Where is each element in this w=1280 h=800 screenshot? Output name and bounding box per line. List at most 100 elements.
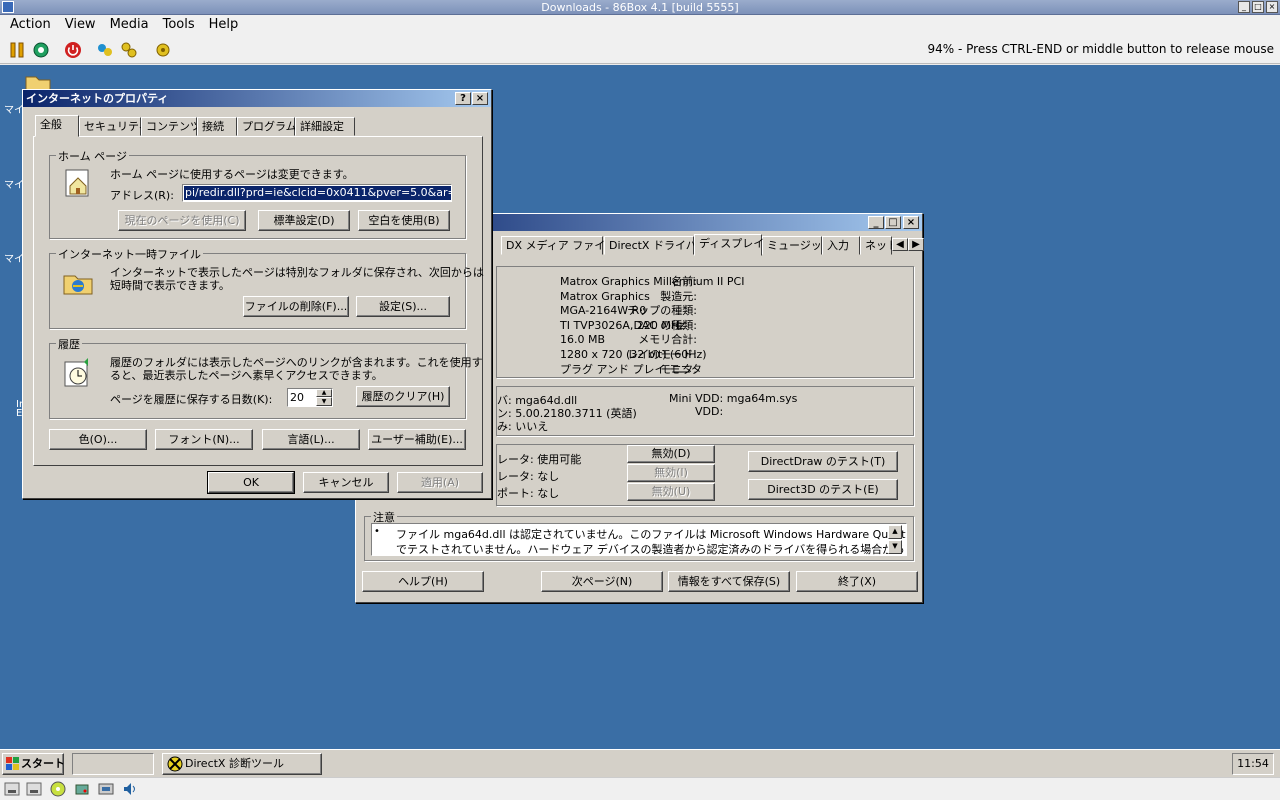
floppy-drive-icon[interactable] <box>26 781 42 797</box>
temp-group-label: インターネット一時ファイル <box>56 246 203 262</box>
driver-cert-label: み: いいえ <box>497 420 549 433</box>
tab-input[interactable]: 入力 <box>822 236 860 255</box>
accessibility-button[interactable]: ユーザー補助(E)... <box>368 429 466 450</box>
tab-advanced[interactable]: 詳細設定 <box>295 117 355 136</box>
screenshot-icon[interactable] <box>154 41 172 59</box>
network-icon[interactable] <box>98 781 114 797</box>
feature-ddraw-value: 使用可能 <box>537 453 582 466</box>
history-icon <box>64 358 88 387</box>
spin-down-icon[interactable]: ▼ <box>316 397 332 406</box>
menu-tools[interactable]: Tools <box>163 17 195 32</box>
tab-content[interactable]: コンテンツ <box>141 117 201 136</box>
temp-folder-icon <box>63 275 93 295</box>
history-days-label: ページを履歴に保存する日数(K): <box>110 393 273 406</box>
fonts-button[interactable]: フォント(N)... <box>155 429 253 450</box>
inet-tab-strip: 全般 セキュリティ コンテンツ 接続 プログラム 詳細設定 <box>33 115 483 137</box>
use-blank-button[interactable]: 空白を使用(B) <box>358 210 450 231</box>
apply-button[interactable]: 適用(A) <box>397 472 483 493</box>
floppy-drive-icon[interactable] <box>4 781 20 797</box>
disable-ddraw-button[interactable]: 無効(D) <box>627 445 715 463</box>
tab-connections[interactable]: 接続 <box>197 117 237 136</box>
disable-agp-button[interactable]: 無効(U) <box>627 483 715 501</box>
tab-general[interactable]: 全般 <box>35 115 79 137</box>
home-page-group: ホーム ページ ホーム ページに使用するページは変更できます。 アドレス(R):… <box>49 148 466 239</box>
temp-settings-button[interactable]: 設定(S)... <box>356 296 450 317</box>
tab-display[interactable]: ディスプレイ <box>694 234 764 256</box>
tab-programs[interactable]: プログラム <box>237 117 297 136</box>
ctrl-alt-del-icon[interactable] <box>96 41 114 59</box>
menu-help[interactable]: Help <box>209 17 239 32</box>
exit-button[interactable]: 終了(X) <box>796 571 918 592</box>
guest-taskbar: スタート DirectX 診断ツール 11:54 <box>0 749 1280 777</box>
system-clock[interactable]: 11:54 <box>1232 753 1274 775</box>
tab-music[interactable]: ミュージック <box>762 236 833 255</box>
spin-up-icon[interactable]: ▲ <box>316 389 332 397</box>
cdrom-icon[interactable] <box>50 781 66 797</box>
desktop-icon-label[interactable]: マイ <box>4 250 24 265</box>
minimize-button[interactable]: _ <box>1238 1 1250 13</box>
minivdd-label: Mini VDD: mga64m.sys <box>669 392 798 405</box>
use-default-button[interactable]: 標準設定(D) <box>258 210 350 231</box>
pause-icon[interactable] <box>8 41 26 59</box>
save-all-button[interactable]: 情報をすべて保存(S) <box>668 571 790 592</box>
taskbar-dxdiag-button[interactable]: DirectX 診断ツール <box>162 753 322 775</box>
clear-history-button[interactable]: 履歴のクリア(H) <box>356 386 450 407</box>
device-values: Matrox Graphics Millennium II PCI Matrox… <box>560 275 900 377</box>
start-label: スタート <box>21 757 64 770</box>
minimize-button[interactable]: _ <box>868 216 884 229</box>
vdd-label: VDD: <box>695 405 724 418</box>
sound-icon[interactable] <box>122 781 138 797</box>
history-days-value: 20 <box>290 391 304 404</box>
directdraw-test-button[interactable]: DirectDraw のテスト(T) <box>748 451 898 472</box>
tab-scroll-left-icon[interactable]: ◀ <box>892 238 908 251</box>
history-days-stepper[interactable]: 20 ▲ ▼ <box>287 388 333 407</box>
address-value: pi/redir.dll?prd=ie&clcid=0x0411&pver=5.… <box>184 186 451 200</box>
power-icon[interactable] <box>64 41 82 59</box>
desktop-icon-label[interactable]: マイ <box>4 176 24 191</box>
close-button[interactable]: × <box>1266 1 1278 13</box>
scroll-up-icon[interactable]: ▲ <box>888 525 902 539</box>
ok-button[interactable]: OK <box>207 471 295 494</box>
temp-files-group: インターネット一時ファイル インターネットで表示したページは特別なフォルダに保存… <box>49 246 484 329</box>
close-button[interactable]: × <box>903 216 919 229</box>
close-button[interactable]: × <box>472 92 488 105</box>
hard-disk-icon[interactable] <box>74 781 90 797</box>
delete-files-button[interactable]: ファイルの削除(F)... <box>243 296 349 317</box>
tab-security[interactable]: セキュリティ <box>79 117 149 136</box>
notes-box[interactable]: • ファイル mga64d.dll は認定されていません。このファイルは Mic… <box>371 523 907 556</box>
disable-d3d-button[interactable]: 無効(I) <box>627 464 715 482</box>
menu-action[interactable]: Action <box>10 17 51 32</box>
menu-media[interactable]: Media <box>110 17 149 32</box>
tab-directx-drivers[interactable]: DirectX ドライバ <box>604 236 697 255</box>
tab-network[interactable]: ネット <box>860 236 898 255</box>
scroll-down-icon[interactable]: ▼ <box>888 540 902 554</box>
address-input[interactable]: pi/redir.dll?prd=ie&clcid=0x0411&pver=5.… <box>182 184 452 202</box>
maximize-button[interactable]: □ <box>885 216 901 229</box>
home-page-icon <box>65 169 89 197</box>
help-button[interactable]: ヘルプ(H) <box>362 571 484 592</box>
maximize-button[interactable]: □ <box>1252 1 1264 13</box>
help-icon[interactable]: ? <box>455 92 471 105</box>
history-group-label: 履歴 <box>56 336 82 352</box>
directx-icon <box>167 756 183 772</box>
tab-dx-media[interactable]: DX メディア ファイル <box>501 236 616 255</box>
desktop-icon-label[interactable]: マイ <box>4 101 24 116</box>
notes-group: 注意 • ファイル mga64d.dll は認定されていません。このファイルは … <box>364 509 914 561</box>
taskbar-dxdiag-label: DirectX 診断ツール <box>185 757 284 770</box>
use-current-button[interactable]: 現在のページを使用(C) <box>118 210 246 231</box>
languages-button[interactable]: 言語(L)... <box>262 429 360 450</box>
driver-group: バ: mga64d.dll ン: 5.00.2180.3711 (英語) み: … <box>496 386 914 436</box>
bullet-icon: • <box>374 526 380 537</box>
device-mode-value: 1280 x 720 (32 bit) (60Hz) <box>560 347 707 361</box>
colors-button[interactable]: 色(O)... <box>49 429 147 450</box>
cancel-button[interactable]: キャンセル <box>303 472 389 493</box>
tab-scroll-right-icon[interactable]: ▶ <box>908 238 924 251</box>
internet-properties-dialog: インターネットのプロパティ ? × 全般 セキュリティ コンテンツ 接続 プログ… <box>22 89 492 499</box>
menu-view[interactable]: View <box>65 17 96 32</box>
reset-icon[interactable] <box>32 41 50 59</box>
start-button[interactable]: スタート <box>2 753 64 775</box>
direct3d-test-button[interactable]: Direct3D のテスト(E) <box>748 479 898 500</box>
host-titlebar: Downloads - 86Box 4.1 [build 5555] _ □ × <box>0 0 1280 15</box>
settings-icon[interactable] <box>120 41 138 59</box>
next-page-button[interactable]: 次ページ(N) <box>541 571 663 592</box>
